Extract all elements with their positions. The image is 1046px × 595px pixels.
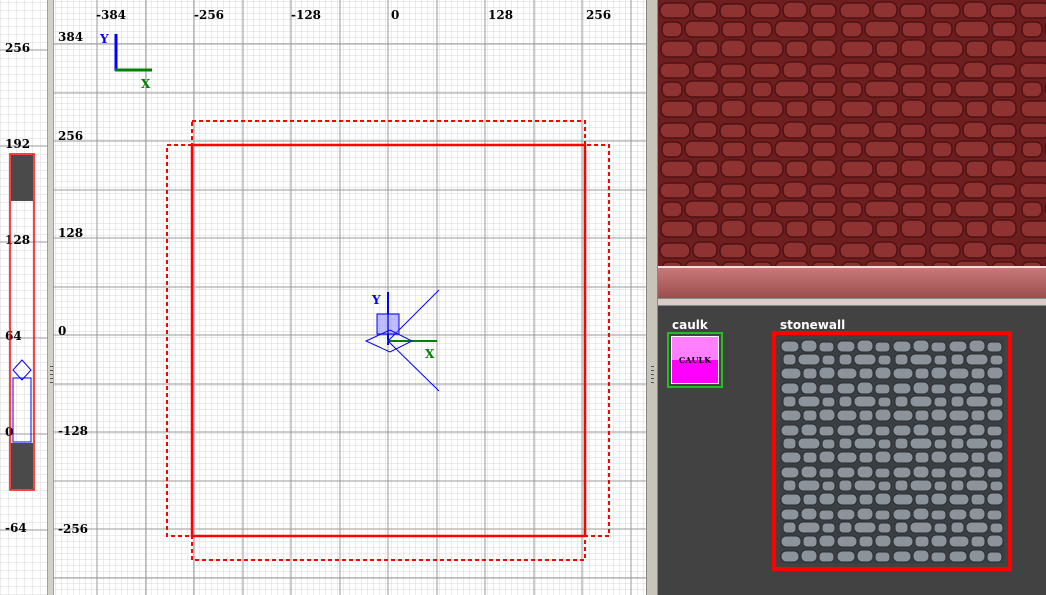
texture-name: stonewall [780, 318, 846, 332]
z-label: 256 [5, 41, 30, 55]
x-axis-label: -384 [96, 8, 126, 22]
z-label: -64 [5, 521, 27, 535]
axis-x-letter: X [141, 77, 151, 91]
texture-browser[interactable]: caulk CAULK stonewall [658, 306, 1046, 595]
texture-tile-stonewall[interactable] [772, 331, 1012, 571]
y-axis-label: -256 [58, 522, 88, 536]
x-axis-label: 0 [391, 8, 399, 22]
x-axis-label: 128 [488, 8, 513, 22]
texture-caulk-text: CAULK [678, 355, 712, 365]
camera-wall-surface[interactable] [658, 0, 1046, 266]
y-axis-label: 256 [58, 129, 83, 143]
z-label: 128 [5, 233, 30, 247]
axis-y-letter: Y [99, 32, 109, 46]
origin-axis-x-letter: X [425, 347, 435, 361]
x-axis-label: -256 [194, 8, 224, 22]
xy-top-view[interactable]: -384 -256 -128 0 128 256 384 256 128 0 -… [54, 0, 646, 595]
z-label: 0 [5, 425, 13, 439]
origin-axis-y-letter: Y [371, 293, 381, 307]
camera-view[interactable] [658, 0, 1046, 298]
z-view-canvas[interactable]: 256 192 128 64 0 -64 [0, 0, 47, 595]
z-brush-top-cap [11, 155, 33, 201]
camera-browser-splitter[interactable] [658, 298, 1046, 306]
viewport-splitter[interactable] [646, 0, 658, 595]
texture-name: caulk [672, 318, 708, 332]
x-axis-label: -128 [291, 8, 321, 22]
x-axis-label: 256 [586, 8, 611, 22]
camera-floor-surface[interactable] [658, 268, 1046, 298]
y-axis-label: 384 [58, 30, 83, 44]
xy-view-canvas[interactable]: -384 -256 -128 0 128 256 384 256 128 0 -… [54, 0, 646, 595]
y-axis-label: 0 [58, 324, 66, 338]
y-axis-label: 128 [58, 226, 83, 240]
texture-tile-caulk[interactable]: CAULK [667, 332, 723, 388]
z-label: 192 [5, 137, 30, 151]
y-axis-label: -128 [58, 424, 88, 438]
z-label: 64 [5, 329, 22, 343]
viewport-splitter[interactable] [47, 0, 54, 595]
z-view[interactable]: 256 192 128 64 0 -64 [0, 0, 47, 595]
stonewall-preview [780, 339, 1004, 563]
z-brush-bottom-cap [11, 443, 33, 489]
camera-view-canvas[interactable] [658, 0, 1046, 298]
